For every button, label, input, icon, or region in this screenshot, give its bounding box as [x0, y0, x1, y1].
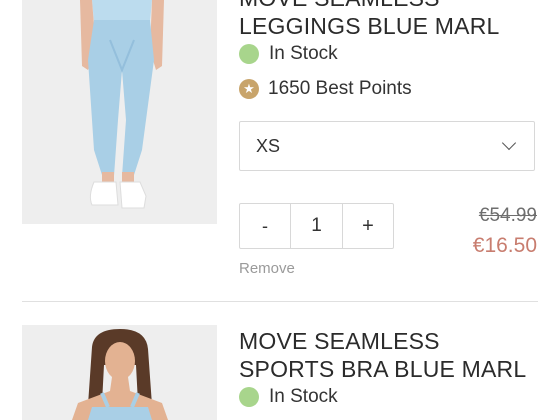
size-select[interactable]: XS: [239, 121, 535, 171]
chevron-down-icon: [501, 135, 517, 151]
cart-item: MOVE SEAMLESS LEGGINGS BLUE MARL In Stoc…: [0, 0, 560, 300]
in-stock-dot-icon: [239, 44, 259, 64]
cart-item: MOVE SEAMLESS SPORTS BRA BLUE MARL In St…: [0, 322, 560, 420]
stock-status: In Stock: [239, 386, 338, 408]
in-stock-dot-icon: [239, 387, 259, 407]
sale-price: €16.50: [472, 234, 537, 257]
original-price: €54.99: [478, 205, 537, 226]
product-image[interactable]: [22, 325, 217, 420]
product-title[interactable]: MOVE SEAMLESS SPORTS BRA BLUE MARL: [239, 327, 539, 383]
size-value: XS: [256, 135, 281, 156]
quantity-stepper: - 1 +: [239, 203, 394, 249]
stock-status: In Stock: [239, 43, 338, 65]
item-divider: [22, 301, 538, 302]
remove-link[interactable]: Remove: [239, 260, 295, 277]
product-image[interactable]: [22, 0, 217, 224]
star-icon: ★: [239, 79, 259, 99]
decrease-quantity-button[interactable]: -: [240, 204, 291, 248]
increase-quantity-button[interactable]: +: [342, 204, 393, 248]
leggings-model-illustration: [22, 0, 217, 224]
stock-label: In Stock: [269, 386, 338, 407]
points-label: 1650 Best Points: [268, 78, 412, 99]
quantity-value[interactable]: 1: [291, 204, 342, 248]
product-title[interactable]: MOVE SEAMLESS LEGGINGS BLUE MARL: [239, 0, 539, 40]
sports-bra-model-illustration: [22, 325, 217, 420]
loyalty-points: ★ 1650 Best Points: [239, 78, 412, 100]
stock-label: In Stock: [269, 43, 338, 64]
